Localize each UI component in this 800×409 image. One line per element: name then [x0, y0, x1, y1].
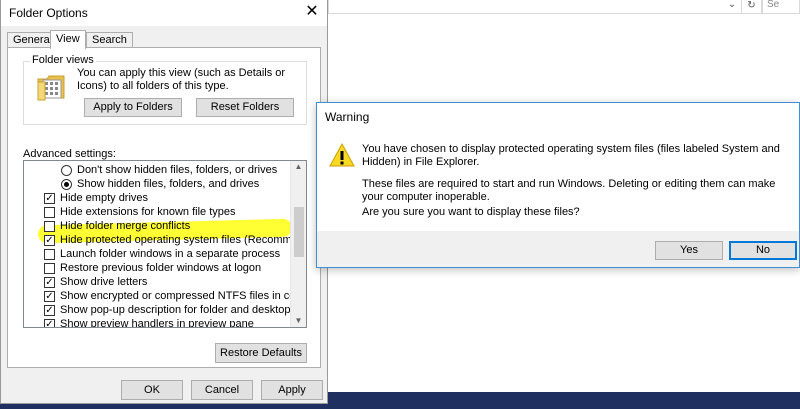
address-bar[interactable]	[328, 0, 742, 14]
checkbox[interactable]	[44, 221, 55, 232]
ok-button[interactable]: OK	[121, 380, 183, 400]
no-button[interactable]: No	[729, 241, 797, 260]
radio-button-selected[interactable]	[61, 179, 72, 190]
warning-dialog: Warning You have chosen to display prote…	[316, 102, 800, 268]
checkbox[interactable]	[44, 249, 55, 260]
warning-line-1: You have chosen to display protected ope…	[362, 143, 780, 168]
checkbox-checked[interactable]: ✓	[44, 235, 55, 246]
setting-show-drive-letters[interactable]: ✓ Show drive letters	[24, 276, 290, 289]
yes-button[interactable]: Yes	[655, 241, 723, 260]
folder-icon	[37, 75, 65, 101]
warning-line-2: These files are required to start and ru…	[362, 178, 776, 203]
setting-restore-windows[interactable]: Restore previous folder windows at logon	[24, 262, 290, 275]
checkbox[interactable]	[44, 207, 55, 218]
setting-label: Don't show hidden files, folders, or dri…	[77, 164, 278, 176]
advanced-settings-list[interactable]: Don't show hidden files, folders, or dri…	[23, 160, 307, 328]
warning-icon	[329, 143, 355, 167]
advanced-settings-label: Advanced settings:	[23, 148, 116, 160]
apply-button[interactable]: Apply	[261, 380, 323, 400]
chevron-down-icon[interactable]: ⌄	[722, 0, 742, 14]
warning-line-3: Are you sure you want to display these f…	[362, 206, 580, 218]
warning-button-bar: Yes No	[317, 231, 799, 267]
setting-show-ntfs-color[interactable]: ✓ Show encrypted or compressed NTFS file…	[24, 290, 306, 303]
warning-message: You have chosen to display protected ope…	[362, 143, 792, 228]
checkbox-checked[interactable]: ✓	[44, 277, 55, 288]
folder-views-label: Folder views	[30, 54, 96, 66]
checkbox[interactable]	[44, 263, 55, 274]
checkbox-checked[interactable]: ✓	[44, 193, 55, 204]
setting-label: Hide extensions for known file types	[60, 206, 236, 218]
checkbox-checked[interactable]: ✓	[44, 291, 55, 302]
setting-show-hidden[interactable]: Show hidden files, folders, and drives	[24, 178, 290, 191]
radio-button[interactable]	[61, 165, 72, 176]
title-bar: Folder Options ✕	[1, 0, 327, 26]
setting-launch-separate-process[interactable]: Launch folder windows in a separate proc…	[24, 248, 290, 261]
folder-views-description: You can apply this view (such as Details…	[77, 67, 286, 92]
close-icon[interactable]: ✕	[297, 0, 327, 24]
setting-hide-merge-conflicts[interactable]: Hide folder merge conflicts	[24, 220, 290, 233]
setting-label: Restore previous folder windows at logon	[60, 262, 262, 274]
checkbox-checked[interactable]: ✓	[44, 305, 55, 316]
tab-search[interactable]: Search	[86, 32, 133, 48]
refresh-icon[interactable]: ↻	[742, 0, 762, 14]
setting-label: Show hidden files, folders, and drives	[77, 178, 260, 190]
search-input[interactable]: Se	[762, 0, 800, 14]
setting-label: Show pop-up description for folder and d…	[60, 304, 307, 316]
setting-label: Hide protected operating system files (R…	[60, 234, 307, 246]
setting-show-popup-description[interactable]: ✓ Show pop-up description for folder and…	[24, 304, 306, 317]
setting-label: Show preview handlers in preview pane	[60, 318, 254, 328]
setting-label: Show encrypted or compressed NTFS files …	[60, 290, 307, 302]
setting-label: Launch folder windows in a separate proc…	[60, 248, 281, 260]
cancel-button[interactable]: Cancel	[191, 380, 253, 400]
setting-label: Hide empty drives	[60, 192, 149, 204]
dialog-title: Folder Options	[9, 6, 88, 20]
scroll-down-icon[interactable]: ▼	[291, 315, 306, 327]
setting-hide-protected-os-files[interactable]: ✓ Hide protected operating system files …	[24, 234, 306, 247]
setting-show-preview-handlers[interactable]: ✓ Show preview handlers in preview pane	[24, 318, 290, 328]
setting-dont-show-hidden[interactable]: Don't show hidden files, folders, or dri…	[24, 164, 290, 177]
scroll-up-icon[interactable]: ▲	[291, 161, 306, 173]
setting-label: Hide folder merge conflicts	[60, 220, 191, 232]
tab-view[interactable]: View	[50, 30, 86, 49]
vertical-scrollbar[interactable]: ▲ ▼	[290, 161, 306, 327]
restore-defaults-button[interactable]: Restore Defaults	[215, 343, 307, 363]
apply-to-folders-button[interactable]: Apply to Folders	[84, 98, 182, 117]
setting-hide-extensions[interactable]: Hide extensions for known file types	[24, 206, 290, 219]
setting-hide-empty-drives[interactable]: ✓ Hide empty drives	[24, 192, 290, 205]
reset-folders-button[interactable]: Reset Folders	[196, 98, 294, 117]
warning-title: Warning	[325, 110, 370, 124]
setting-label: Show drive letters	[60, 276, 148, 288]
scrollbar-thumb[interactable]	[294, 207, 304, 257]
folder-options-dialog: Folder Options ✕ General View Search Fol…	[0, 0, 328, 404]
checkbox-checked[interactable]: ✓	[44, 319, 55, 327]
